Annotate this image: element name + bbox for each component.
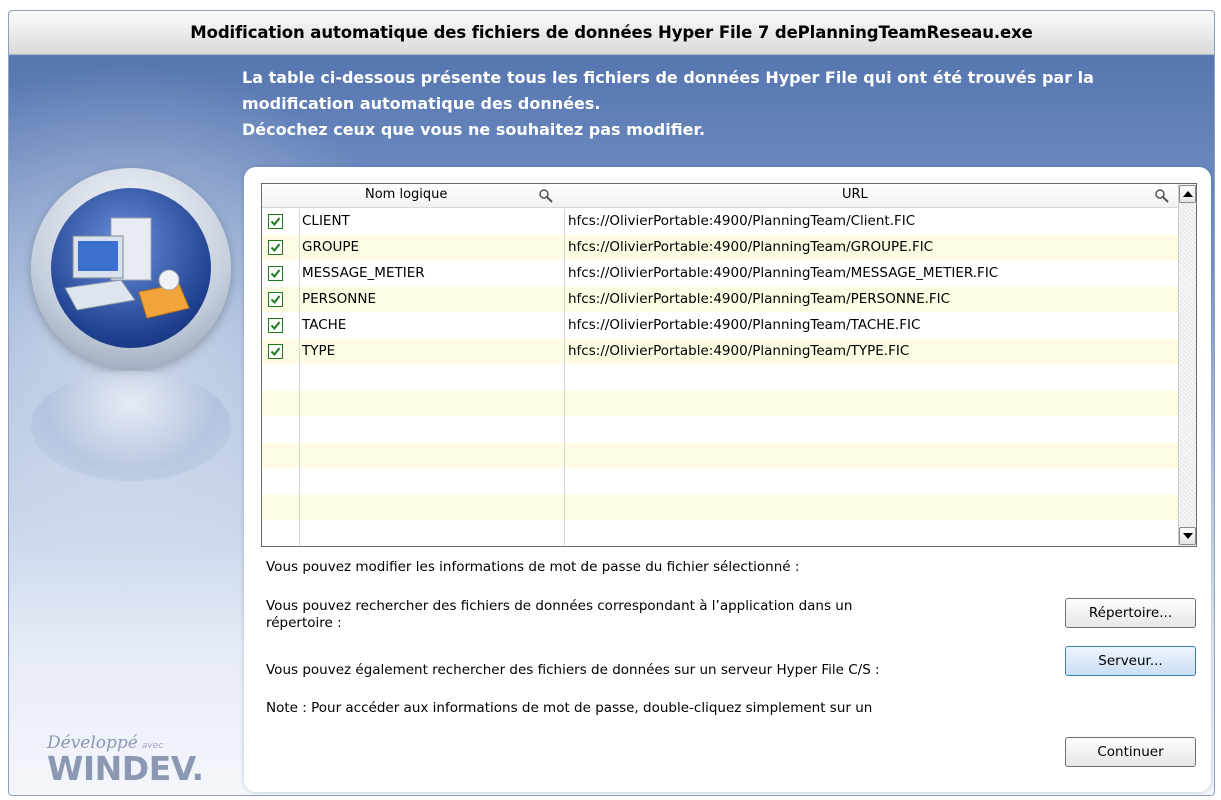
table-row — [262, 365, 1180, 390]
window-title: Modification automatique des fichiers de… — [190, 23, 1033, 42]
intro-line-1: La table ci-dessous présente tous les fi… — [242, 68, 1094, 87]
table-row — [262, 391, 1180, 416]
row-url-cell: hfcs://OlivierPortable:4900/PlanningTeam… — [568, 317, 921, 333]
intro-text: La table ci-dessous présente tous les fi… — [242, 65, 1212, 143]
column-header-url[interactable]: URL — [564, 184, 1180, 208]
column-divider — [564, 209, 565, 546]
table-row[interactable]: CLIENT hfcs://OlivierPortable:4900/Planni… — [262, 209, 1180, 234]
arrow-down-icon — [1183, 533, 1193, 539]
checkmark-icon — [270, 295, 281, 305]
intro-line-2: modification automatique des données. — [242, 94, 601, 113]
server-info-text: Vous pouvez également rechercher des fic… — [266, 662, 880, 678]
content-panel: Nom logique URL CLIENT hfcs://OlivierPort… — [244, 167, 1211, 792]
row-url-cell: hfcs://OlivierPortable:4900/PlanningTeam… — [568, 265, 999, 281]
table-row — [262, 443, 1180, 468]
row-checkbox[interactable] — [268, 344, 283, 359]
table-row[interactable]: GROUPE hfcs://OlivierPortable:4900/Planni… — [262, 235, 1180, 260]
orb-reflection — [31, 371, 231, 481]
windev-logo: Développé avec WINDEV. — [47, 733, 204, 788]
row-name-cell: CLIENT — [302, 213, 350, 229]
table-row — [262, 417, 1180, 442]
note-text: Note : Pour accéder aux informations de … — [266, 700, 873, 716]
table-row — [262, 469, 1180, 494]
table-row[interactable]: TYPE hfcs://OlivierPortable:4900/Planning… — [262, 339, 1180, 364]
row-name-cell: TYPE — [302, 343, 336, 359]
files-table[interactable]: Nom logique URL CLIENT hfcs://OlivierPort… — [261, 183, 1197, 547]
table-row — [262, 521, 1180, 546]
checkmark-icon — [270, 347, 281, 357]
checkmark-icon — [270, 321, 281, 331]
row-url-cell: hfcs://OlivierPortable:4900/PlanningTeam… — [568, 239, 934, 255]
table-row[interactable]: MESSAGE_METIER hfcs://OlivierPortable:490… — [262, 261, 1180, 286]
column-divider — [299, 209, 300, 546]
title-bar: Modification automatique des fichiers de… — [9, 11, 1214, 55]
intro-line-3: Décochez ceux que vous ne souhaitez pas … — [242, 120, 706, 139]
checkmark-icon — [270, 217, 281, 227]
column-name-label: Nom logique — [365, 187, 448, 202]
vertical-scrollbar[interactable] — [1178, 184, 1196, 546]
server-button[interactable]: Serveur... — [1065, 646, 1196, 676]
row-name-cell: TACHE — [302, 317, 347, 333]
password-info-text: Vous pouvez modifier les informations de… — [266, 559, 800, 575]
table-row[interactable]: TACHE hfcs://OlivierPortable:4900/Plannin… — [262, 313, 1180, 338]
row-checkbox[interactable] — [268, 292, 283, 307]
arrow-up-icon — [1183, 191, 1193, 197]
continue-button[interactable]: Continuer — [1065, 737, 1196, 767]
checkmark-icon — [270, 269, 281, 279]
row-url-cell: hfcs://OlivierPortable:4900/PlanningTeam… — [568, 343, 910, 359]
column-header-name[interactable]: Nom logique — [300, 184, 564, 208]
row-name-cell: PERSONNE — [302, 291, 376, 307]
row-checkbox[interactable] — [268, 318, 283, 333]
row-name-cell: GROUPE — [302, 239, 360, 255]
row-url-cell: hfcs://OlivierPortable:4900/PlanningTeam… — [568, 291, 951, 307]
search-icon[interactable] — [1154, 188, 1170, 204]
search-icon[interactable] — [538, 188, 554, 204]
row-checkbox[interactable] — [268, 214, 283, 229]
computer-illustration-icon — [31, 168, 231, 368]
checkmark-icon — [270, 243, 281, 253]
row-checkbox[interactable] — [268, 266, 283, 281]
row-url-cell: hfcs://OlivierPortable:4900/PlanningTeam… — [568, 213, 916, 229]
table-row[interactable]: PERSONNE hfcs://OlivierPortable:4900/Plan… — [262, 287, 1180, 312]
row-checkbox[interactable] — [268, 240, 283, 255]
table-header: Nom logique URL — [262, 184, 1180, 208]
row-name-cell: MESSAGE_METIER — [302, 265, 425, 281]
scroll-down-button[interactable] — [1179, 527, 1196, 545]
table-row — [262, 495, 1180, 520]
column-url-label: URL — [842, 187, 868, 202]
table-body: CLIENT hfcs://OlivierPortable:4900/Planni… — [262, 209, 1180, 546]
directory-button[interactable]: Répertoire... — [1065, 598, 1196, 628]
scroll-up-button[interactable] — [1179, 185, 1196, 203]
directory-info-text: Vous pouvez rechercher des fichiers de d… — [266, 598, 853, 631]
dialog-window: Modification automatique des fichiers de… — [8, 10, 1215, 796]
